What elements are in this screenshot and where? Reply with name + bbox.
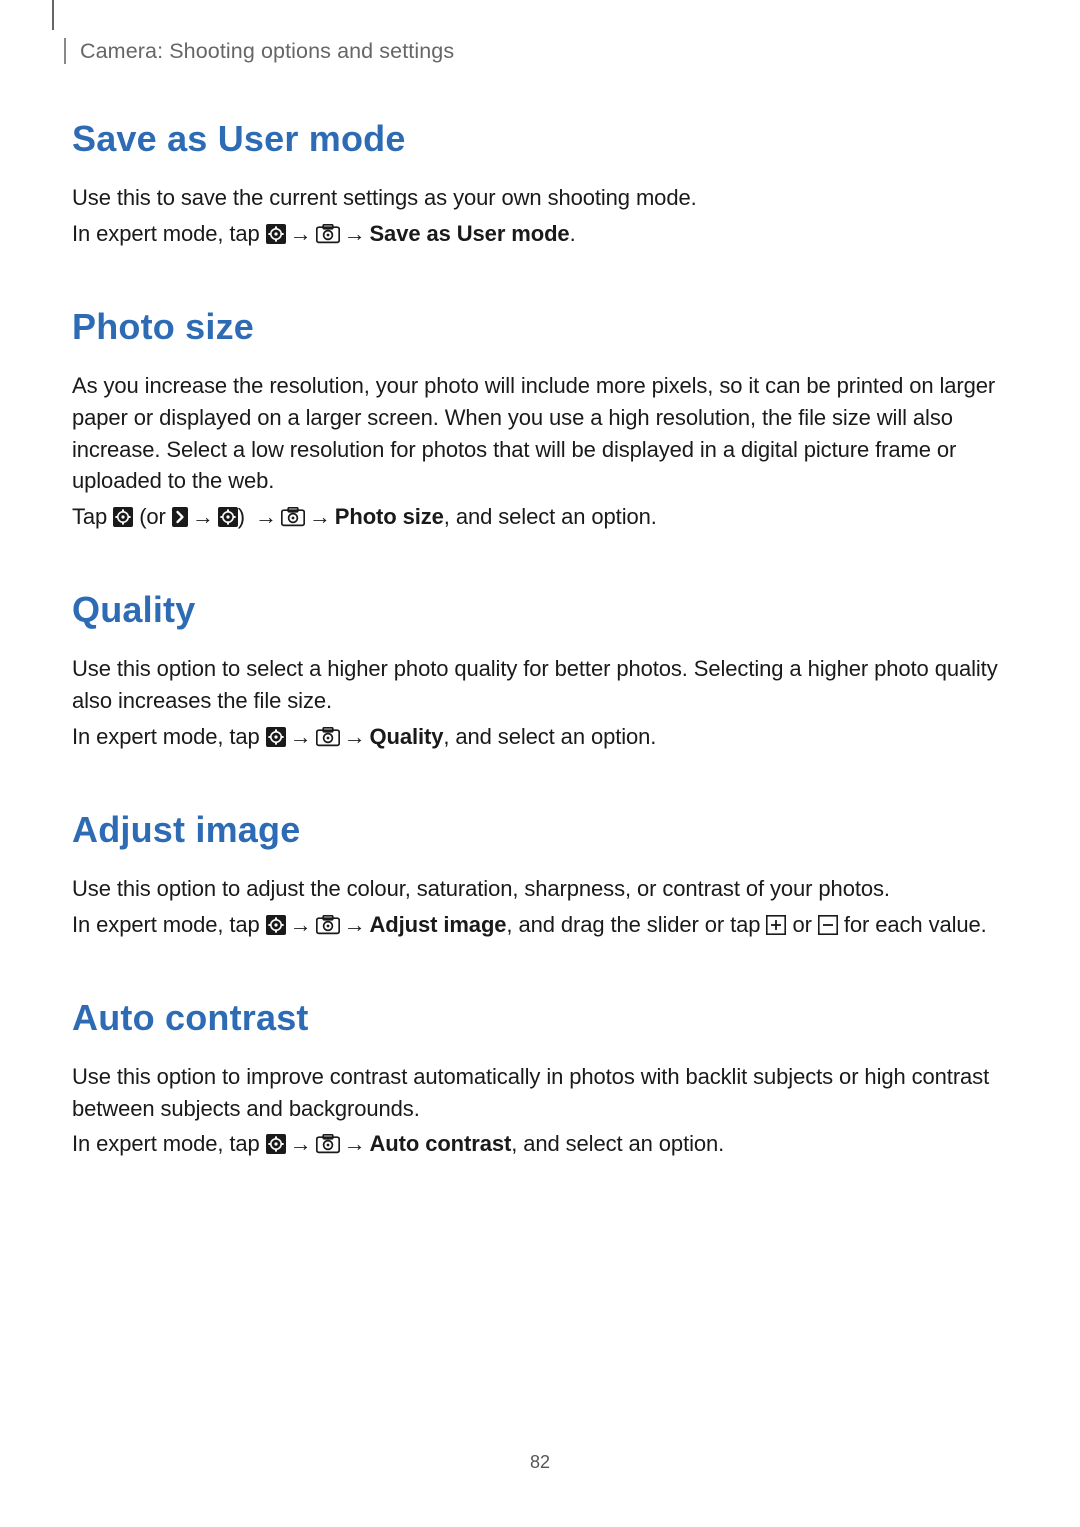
text-fragment: for each value. (838, 912, 987, 937)
settings-icon (113, 507, 133, 527)
text-fragment: In expert mode, tap (72, 1131, 266, 1156)
arrow-icon: → (340, 721, 370, 753)
text-fragment: In expert mode, tap (72, 221, 266, 246)
text-fragment: or (786, 912, 817, 937)
arrow-icon: → (340, 1128, 370, 1160)
body-text: As you increase the resolution, your pho… (72, 370, 1008, 498)
text-fragment: , and drag the slider or tap (506, 912, 766, 937)
camera-icon (316, 727, 340, 747)
body-text: In expert mode, tap →→Quality, and selec… (72, 721, 1008, 753)
arrow-icon: → (286, 218, 316, 250)
arrow-icon: → (286, 1128, 316, 1160)
arrow-icon: → (286, 909, 316, 941)
body-text: Use this option to select a higher photo… (72, 653, 1008, 717)
settings-icon (266, 1134, 286, 1154)
body-text: Tap (or →) →→Photo size, and select an o… (72, 501, 1008, 533)
header-divider (64, 38, 66, 64)
settings-icon (266, 915, 286, 935)
heading-photo-size: Photo size (72, 306, 1008, 348)
arrow-icon: → (251, 501, 281, 533)
heading-quality: Quality (72, 589, 1008, 631)
arrow-icon: → (340, 909, 370, 941)
text-fragment: , and select an option. (511, 1131, 724, 1156)
text-fragment: , and select an option. (443, 724, 656, 749)
minus-icon (818, 915, 838, 935)
settings-icon (218, 507, 238, 527)
arrow-icon: → (305, 501, 335, 533)
camera-icon (316, 915, 340, 935)
breadcrumb: Camera: Shooting options and settings (80, 39, 454, 64)
text-fragment: ) (238, 504, 251, 529)
body-text: Use this option to adjust the colour, sa… (72, 873, 1008, 905)
menu-label: Auto contrast (369, 1131, 511, 1156)
tab-marker (52, 0, 54, 30)
text-fragment: In expert mode, tap (72, 912, 266, 937)
arrow-icon: → (188, 501, 218, 533)
arrow-icon: → (286, 721, 316, 753)
body-text: In expert mode, tap →→Auto contrast, and… (72, 1128, 1008, 1160)
chevron-right-icon (172, 507, 188, 527)
camera-icon (316, 1134, 340, 1154)
heading-adjust-image: Adjust image (72, 809, 1008, 851)
text-fragment: . (570, 221, 576, 246)
arrow-icon: → (340, 218, 370, 250)
settings-icon (266, 727, 286, 747)
menu-label: Photo size (335, 504, 444, 529)
page-number: 82 (0, 1452, 1080, 1473)
body-text: Use this option to improve contrast auto… (72, 1061, 1008, 1125)
heading-save-as-user-mode: Save as User mode (72, 118, 1008, 160)
text-fragment: Tap (72, 504, 113, 529)
page: Camera: Shooting options and settings Sa… (0, 0, 1080, 1527)
menu-label: Quality (369, 724, 443, 749)
text-fragment: (or (133, 504, 172, 529)
plus-icon (766, 915, 786, 935)
body-text: In expert mode, tap →→Save as User mode. (72, 218, 1008, 250)
heading-auto-contrast: Auto contrast (72, 997, 1008, 1039)
menu-label: Adjust image (369, 912, 506, 937)
camera-icon (281, 507, 305, 527)
menu-label: Save as User mode (369, 221, 569, 246)
body-text: In expert mode, tap →→Adjust image, and … (72, 909, 1008, 941)
text-fragment: , and select an option. (444, 504, 657, 529)
camera-icon (316, 224, 340, 244)
header-row: Camera: Shooting options and settings (64, 38, 1008, 64)
text-fragment: In expert mode, tap (72, 724, 266, 749)
body-text: Use this to save the current settings as… (72, 182, 1008, 214)
settings-icon (266, 224, 286, 244)
